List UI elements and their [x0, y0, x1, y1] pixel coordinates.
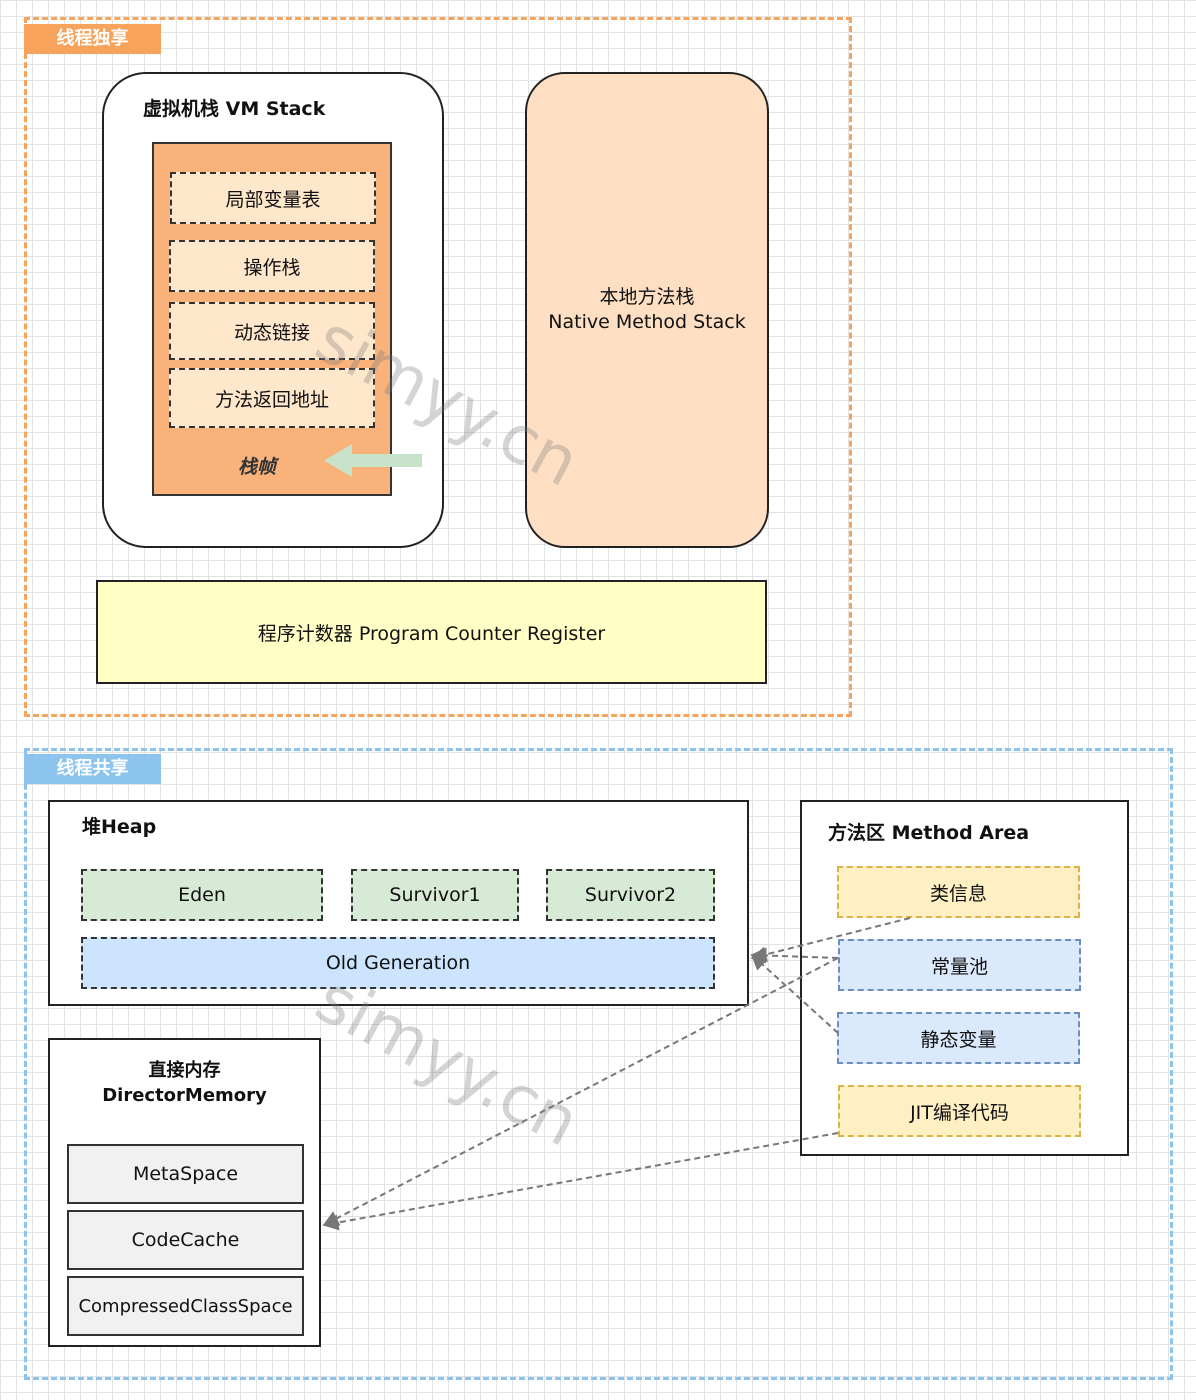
- arrow-class-info-to-heap: [750, 917, 911, 963]
- arrow-constant-pool-to-heap: [750, 947, 839, 964]
- arrow-static-vars-to-heap: [750, 953, 839, 1034]
- arrow-class-info-to-direct-memory: [322, 957, 839, 1226]
- arrow-jit-to-direct-memory: [322, 1132, 839, 1231]
- connector-arrows: [322, 917, 911, 1231]
